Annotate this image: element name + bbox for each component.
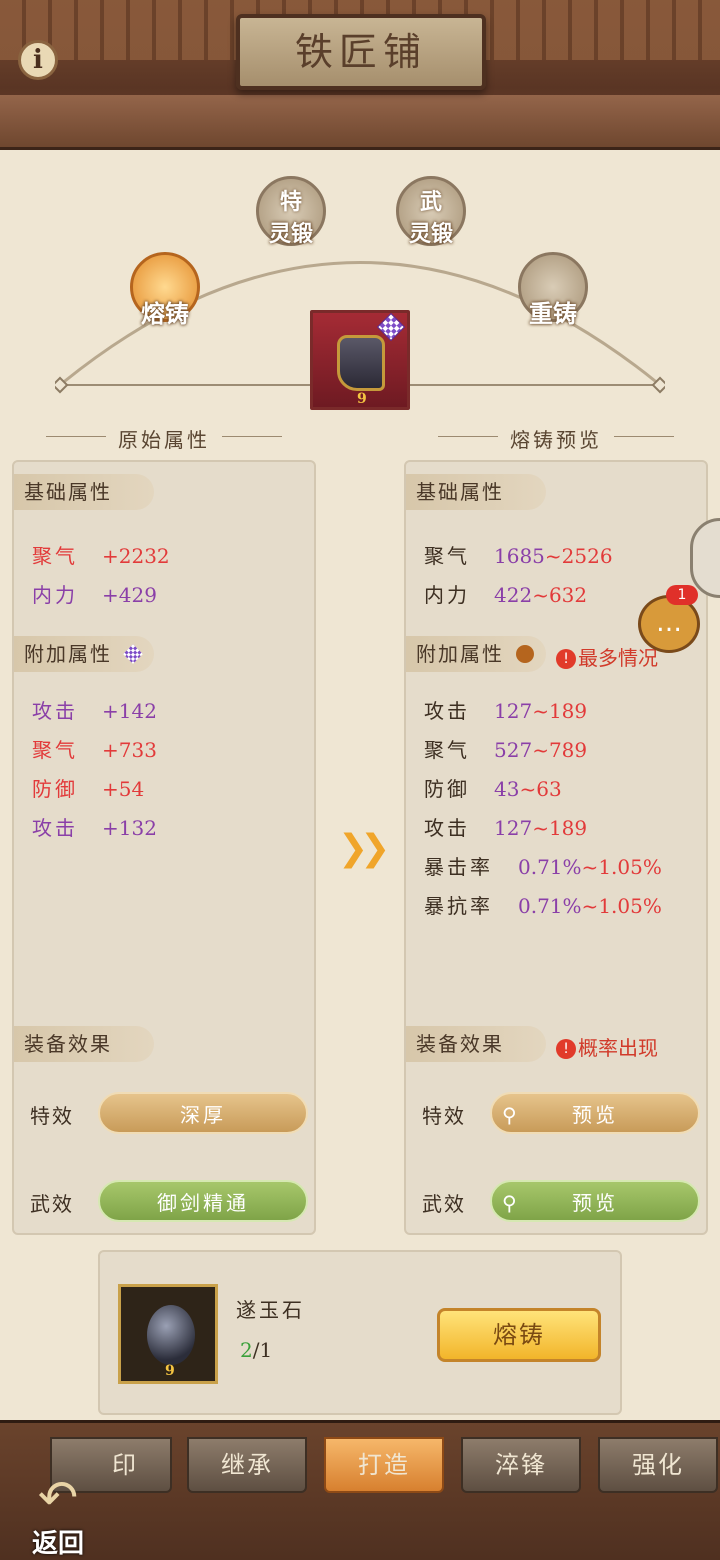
attr-row: 聚气 +733 — [32, 738, 157, 762]
attr-row: 防御 +54 — [32, 777, 145, 801]
equipment-level-mark: 9 — [357, 391, 367, 407]
attr-row: 暴抗率 0.71%~1.05% — [424, 894, 662, 918]
back-label: 返回 — [31, 1529, 84, 1559]
chat-badge: 1 — [666, 585, 698, 605]
special-effect-button[interactable]: 深厚 — [98, 1092, 308, 1134]
mode-martial-top: 武 — [419, 189, 442, 215]
mode-fusion-button[interactable]: 熔铸 — [130, 252, 200, 328]
tab-enhance[interactable]: 强化 — [598, 1437, 718, 1493]
wood-beam — [0, 95, 720, 147]
special-effect-label: 特效 — [30, 1104, 74, 1128]
search-icon: ⚲ — [502, 1191, 520, 1215]
page-title: 铁匠铺 — [294, 30, 427, 74]
original-attributes-title: 原始属性 — [46, 424, 282, 453]
attr-row: 攻击 +142 — [32, 699, 157, 723]
equip-effect-tag: 装备效果 — [14, 1026, 154, 1062]
fusion-button[interactable]: 熔铸 — [437, 1308, 601, 1362]
jade-stone-icon — [147, 1305, 195, 1365]
warning-icon: ! — [556, 649, 576, 669]
martial-preview-button[interactable]: ⚲ 预览 — [490, 1180, 700, 1222]
attr-row: 攻击 +132 — [32, 816, 157, 840]
mode-special-top: 特 — [279, 189, 302, 215]
bottom-nav: 印 继承 打造 淬锋 强化 ↶ 返回 — [0, 1420, 720, 1560]
back-button[interactable]: ↶ 返回 — [18, 1470, 98, 1559]
base-attributes-tag: 基础属性 — [14, 474, 154, 510]
attr-row: 暴击率 0.71%~1.05% — [424, 855, 662, 879]
extra-attributes-tag: 附加属性 — [14, 636, 154, 672]
martial-effect-button[interactable]: 御剑精通 — [98, 1180, 308, 1222]
attr-row: 内力 +429 — [32, 583, 157, 607]
mode-martial-label: 灵锻 — [408, 221, 453, 247]
mode-recast-label: 重铸 — [529, 299, 577, 328]
original-attributes-panel: 基础属性 聚气 +2232 内力 +429 附加属性 攻击 +142 聚气 +733 防… — [12, 460, 316, 1235]
material-slot[interactable]: 9 — [118, 1284, 218, 1384]
mode-martial-forge-button[interactable]: 武 灵锻 — [396, 176, 466, 247]
max-case-warning: ! 最多情况 — [556, 642, 658, 671]
fusion-preview-title: 熔铸预览 — [438, 424, 674, 453]
fusion-preview-panel: 基础属性 聚气 1685~2526 内力 422~632 附加属性 ! 最多情况 攻击… — [404, 460, 708, 1235]
info-icon[interactable]: i — [18, 40, 58, 80]
top-bar: 铁匠铺 i — [0, 0, 720, 150]
extra-attributes-tag: 附加属性 — [406, 636, 546, 672]
search-icon: ⚲ — [502, 1103, 520, 1127]
special-effect-label: 特效 — [422, 1104, 466, 1128]
probability-warning: ! 概率出现 — [556, 1032, 658, 1061]
tab-forge[interactable]: 打造 — [324, 1437, 444, 1493]
mode-special-forge-button[interactable]: 特 灵锻 — [256, 176, 326, 247]
material-panel: 9 遂玉石 2/1 熔铸 — [98, 1250, 622, 1415]
attr-row: 聚气 1685~2526 — [424, 544, 613, 568]
material-level-mark: 9 — [165, 1363, 175, 1379]
martial-effect-label: 武效 — [30, 1192, 74, 1216]
attr-row: 防御 43~63 — [424, 777, 562, 801]
double-arrow-icon: ❯❯ — [338, 828, 390, 869]
random-star-icon — [516, 645, 535, 663]
tab-temper[interactable]: 淬锋 — [461, 1437, 581, 1493]
attr-row: 攻击 127~189 — [424, 816, 588, 840]
boots-icon — [337, 335, 385, 391]
martial-effect-label: 武效 — [422, 1192, 466, 1216]
material-count: 2/1 — [240, 1338, 273, 1362]
quality-gem-icon — [123, 644, 144, 664]
mode-fusion-label: 熔铸 — [141, 299, 189, 328]
equip-effect-tag: 装备效果 — [406, 1026, 546, 1062]
attr-row: 聚气 +2232 — [32, 544, 170, 568]
material-name: 遂玉石 — [236, 1298, 305, 1322]
tab-inherit[interactable]: 继承 — [187, 1437, 307, 1493]
back-arrow-icon: ↶ — [37, 1470, 79, 1526]
mode-recast-button[interactable]: 重铸 — [518, 252, 588, 328]
title-plate: 铁匠铺 — [236, 14, 486, 90]
attr-row: 攻击 127~189 — [424, 699, 588, 723]
base-attributes-tag: 基础属性 — [406, 474, 546, 510]
attr-row: 聚气 527~789 — [424, 738, 588, 762]
equipment-slot[interactable]: 9 — [310, 310, 410, 410]
warning-icon: ! — [556, 1039, 576, 1059]
mode-special-label: 灵锻 — [268, 221, 313, 247]
attr-row: 内力 422~632 — [424, 583, 588, 607]
special-preview-button[interactable]: ⚲ 预览 — [490, 1092, 700, 1134]
